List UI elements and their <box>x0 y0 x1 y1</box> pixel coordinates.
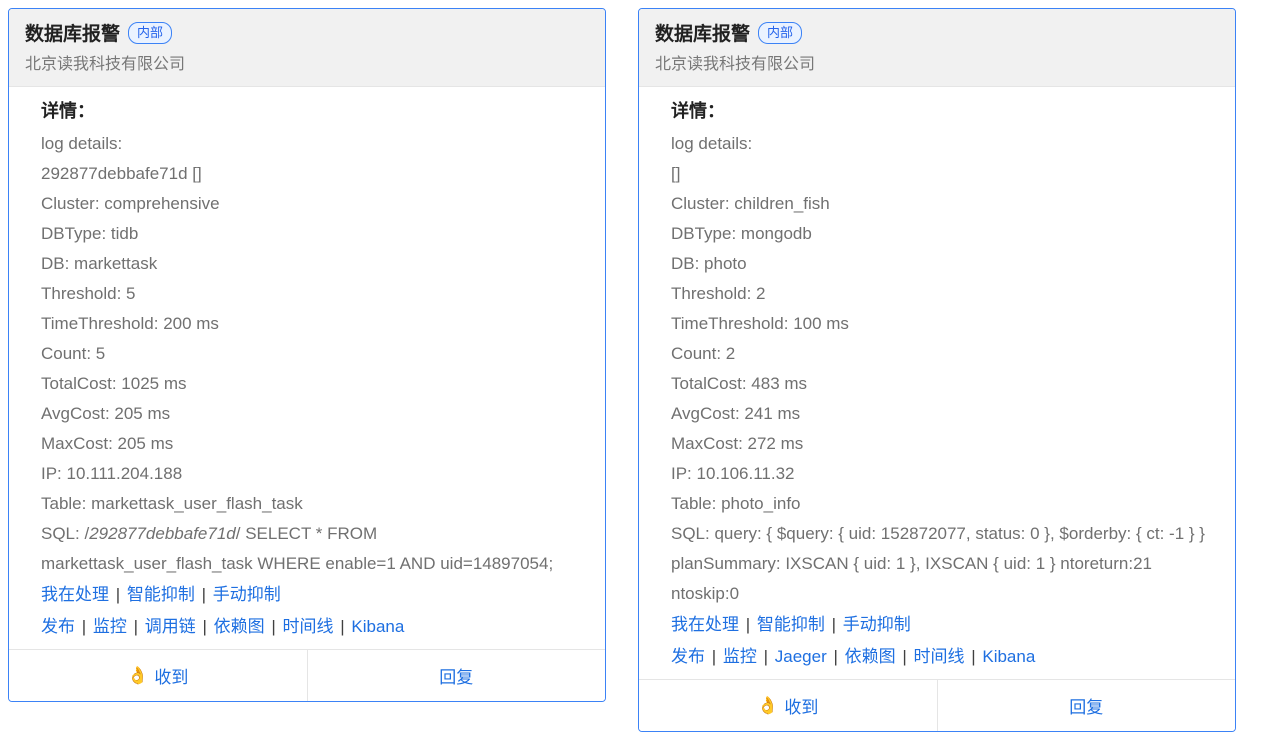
detail-line: Table: photo_info <box>671 489 1217 519</box>
internal-badge: 内部 <box>128 22 172 44</box>
received-button[interactable]: 👌 收到 <box>9 650 307 701</box>
detail-line: log details: <box>41 129 587 159</box>
card-title: 数据库报警 <box>655 19 750 46</box>
cards-container: 数据库报警 内部 北京读我科技有限公司 详情： log details: 292… <box>8 8 1272 732</box>
detail-line: Count: 2 <box>671 339 1217 369</box>
ok-hand-icon: 👌 <box>127 666 148 686</box>
link-dependency[interactable]: 依赖图 <box>214 617 265 636</box>
detail-line: Threshold: 2 <box>671 279 1217 309</box>
detail-line: Threshold: 5 <box>41 279 587 309</box>
link-kibana[interactable]: Kibana <box>351 617 404 636</box>
detail-heading: 详情： <box>671 97 1217 123</box>
link-timeline[interactable]: 时间线 <box>913 647 964 666</box>
detail-line: IP: 10.106.11.32 <box>671 459 1217 489</box>
link-trace[interactable]: 调用链 <box>145 617 196 636</box>
detail-line: Count: 5 <box>41 339 587 369</box>
link-manual-suppress[interactable]: 手动抑制 <box>843 615 911 634</box>
action-links-row1: 我在处理 | 智能抑制 | 手动抑制 <box>671 609 1217 641</box>
link-publish[interactable]: 发布 <box>41 617 75 636</box>
link-smart-suppress[interactable]: 智能抑制 <box>127 585 195 604</box>
action-links-row1: 我在处理 | 智能抑制 | 手动抑制 <box>41 579 587 611</box>
card-header: 数据库报警 内部 北京读我科技有限公司 <box>9 9 605 87</box>
card-footer: 👌 收到 回复 <box>9 649 605 701</box>
detail-line: Cluster: children_fish <box>671 189 1217 219</box>
alert-card: 数据库报警 内部 北京读我科技有限公司 详情： log details: [] … <box>638 8 1236 732</box>
card-title: 数据库报警 <box>25 19 120 46</box>
sql-line: SQL: /292877debbafe71d/ SELECT * FROM ma… <box>41 519 587 579</box>
detail-line: log details: <box>671 129 1217 159</box>
detail-line: MaxCost: 272 ms <box>671 429 1217 459</box>
detail-line: DBType: mongodb <box>671 219 1217 249</box>
detail-line: DB: markettask <box>41 249 587 279</box>
link-timeline[interactable]: 时间线 <box>283 617 334 636</box>
detail-line: Table: markettask_user_flash_task <box>41 489 587 519</box>
detail-line: [] <box>671 159 1217 189</box>
sql-body: SQL: query: { $query: { uid: 152872077, … <box>671 524 1205 603</box>
card-footer: 👌 收到 回复 <box>639 679 1235 731</box>
detail-line: AvgCost: 241 ms <box>671 399 1217 429</box>
link-kibana[interactable]: Kibana <box>982 647 1035 666</box>
link-smart-suppress[interactable]: 智能抑制 <box>757 615 825 634</box>
received-label: 收到 <box>784 693 818 718</box>
detail-line: TimeThreshold: 100 ms <box>671 309 1217 339</box>
detail-line: Cluster: comprehensive <box>41 189 587 219</box>
card-header: 数据库报警 内部 北京读我科技有限公司 <box>639 9 1235 87</box>
link-processing[interactable]: 我在处理 <box>671 615 739 634</box>
reply-label: 回复 <box>1069 693 1103 718</box>
sql-line: SQL: query: { $query: { uid: 152872077, … <box>671 519 1217 609</box>
title-row: 数据库报警 内部 <box>655 19 1219 46</box>
received-button[interactable]: 👌 收到 <box>639 680 937 731</box>
card-body: 详情： log details: [] Cluster: children_fi… <box>639 87 1235 679</box>
received-label: 收到 <box>154 663 188 688</box>
detail-line: AvgCost: 205 ms <box>41 399 587 429</box>
link-manual-suppress[interactable]: 手动抑制 <box>213 585 281 604</box>
detail-line: TimeThreshold: 200 ms <box>41 309 587 339</box>
card-body: 详情： log details: 292877debbafe71d [] Clu… <box>9 87 605 649</box>
action-links-row2: 发布 | 监控 | 调用链 | 依赖图 | 时间线 | Kibana <box>41 611 587 643</box>
detail-line: TotalCost: 483 ms <box>671 369 1217 399</box>
action-links-row2: 发布 | 监控 | Jaeger | 依赖图 | 时间线 | Kibana <box>671 641 1217 673</box>
reply-button[interactable]: 回复 <box>937 680 1236 731</box>
sql-hash: 292877debbafe71d <box>89 524 236 543</box>
detail-line: TotalCost: 1025 ms <box>41 369 587 399</box>
sql-label: SQL: <box>41 524 84 543</box>
reply-button[interactable]: 回复 <box>307 650 606 701</box>
card-subtitle: 北京读我科技有限公司 <box>25 50 589 74</box>
card-subtitle: 北京读我科技有限公司 <box>655 50 1219 74</box>
link-jaeger[interactable]: Jaeger <box>775 647 827 666</box>
link-publish[interactable]: 发布 <box>671 647 705 666</box>
detail-line: 292877debbafe71d [] <box>41 159 587 189</box>
title-row: 数据库报警 内部 <box>25 19 589 46</box>
detail-heading: 详情： <box>41 97 587 123</box>
detail-line: DB: photo <box>671 249 1217 279</box>
detail-line: MaxCost: 205 ms <box>41 429 587 459</box>
link-dependency[interactable]: 依赖图 <box>845 647 896 666</box>
detail-line: IP: 10.111.204.188 <box>41 459 587 489</box>
link-monitor[interactable]: 监控 <box>723 647 757 666</box>
internal-badge: 内部 <box>758 22 802 44</box>
ok-hand-icon: 👌 <box>757 696 778 716</box>
link-processing[interactable]: 我在处理 <box>41 585 109 604</box>
reply-label: 回复 <box>439 663 473 688</box>
link-monitor[interactable]: 监控 <box>93 617 127 636</box>
detail-line: DBType: tidb <box>41 219 587 249</box>
alert-card: 数据库报警 内部 北京读我科技有限公司 详情： log details: 292… <box>8 8 606 702</box>
